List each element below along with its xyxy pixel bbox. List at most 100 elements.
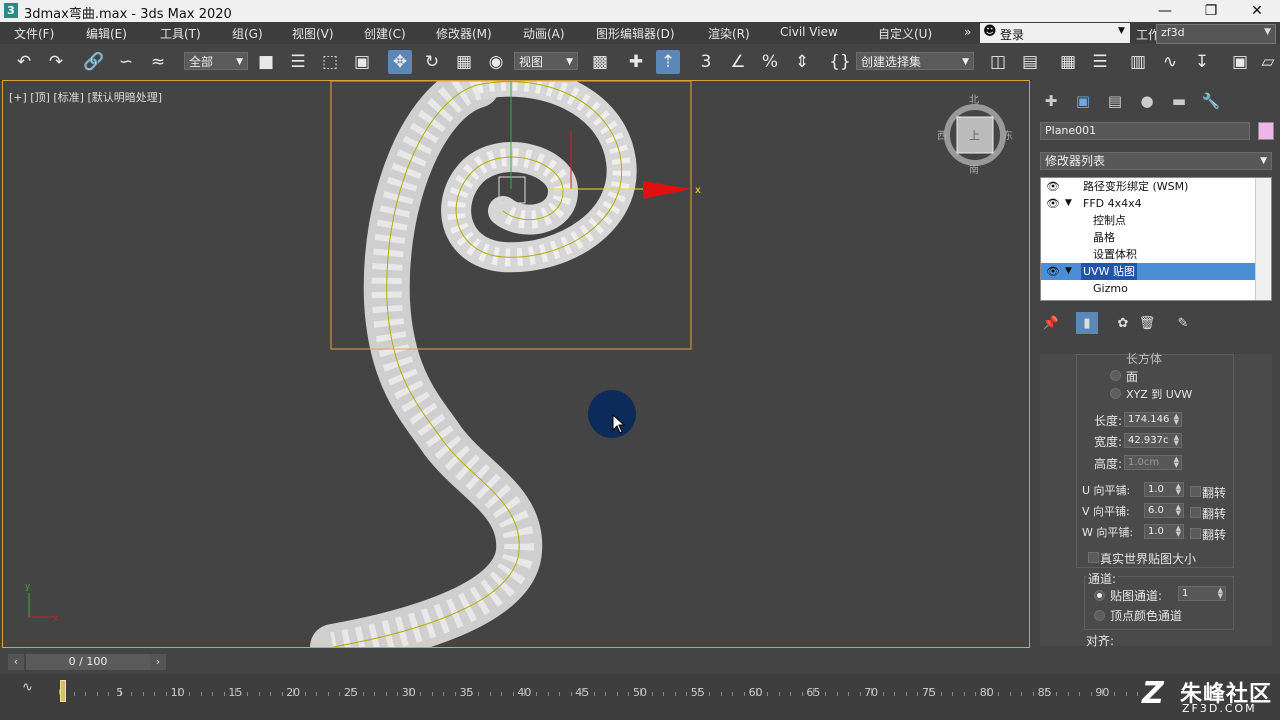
pivot-center-icon[interactable]: ▩: [588, 50, 612, 74]
utilities-tab-icon[interactable]: 🔧: [1198, 90, 1224, 112]
menu-modifiers[interactable]: 修改器(M): [436, 25, 492, 42]
top-viewport[interactable]: [+] [顶] [标准] [默认明暗处理] x y x 上 北 西 东 南: [2, 80, 1030, 648]
named-selection-dropdown[interactable]: 创建选择集 ▼: [856, 52, 974, 70]
menu-customize[interactable]: 自定义(U): [878, 25, 932, 42]
spinner-arrows-icon[interactable]: ▲ ▼: [1176, 525, 1181, 538]
map-channel-spinner[interactable]: 1 ▲ ▼: [1178, 586, 1226, 601]
spinner-arrows-icon[interactable]: ▲ ▼: [1176, 504, 1181, 517]
angle-snap-icon[interactable]: ∠: [726, 50, 750, 74]
pin-stack-icon[interactable]: 📌: [1040, 312, 1062, 334]
stack-item-path-deform[interactable]: 👁 路径变形绑定 (WSM): [1041, 178, 1257, 195]
menu-more[interactable]: »: [964, 25, 971, 39]
workspace-select[interactable]: zf3d ▼: [1156, 24, 1276, 44]
select-object-icon[interactable]: ■: [254, 50, 278, 74]
select-manipulate-icon[interactable]: ✚: [624, 50, 648, 74]
menu-create[interactable]: 创建(C): [364, 25, 406, 42]
menu-graph-editors[interactable]: 图形编辑器(D): [596, 25, 675, 42]
selection-filter-dropdown[interactable]: 全部 ▼: [184, 52, 248, 70]
current-frame-marker[interactable]: [60, 680, 66, 702]
stack-item-control-points[interactable]: 控制点: [1041, 212, 1257, 229]
eye-icon[interactable]: 👁: [1046, 195, 1060, 212]
show-end-result-icon[interactable]: ▮: [1076, 312, 1098, 334]
v-tile-spinner[interactable]: 6.0 ▲ ▼: [1144, 503, 1184, 518]
v-flip-checkbox[interactable]: [1190, 507, 1201, 518]
w-flip-checkbox[interactable]: [1190, 528, 1201, 539]
menu-file[interactable]: 文件(F): [14, 25, 54, 42]
reference-coord-dropdown[interactable]: 视图 ▼: [514, 52, 578, 70]
time-slider-thumb[interactable]: 0 / 100: [26, 654, 150, 670]
spinner-arrows-icon[interactable]: ▲ ▼: [1174, 434, 1179, 447]
schematic-view-icon[interactable]: ↧: [1190, 50, 1214, 74]
length-spinner[interactable]: 174.146 ▲ ▼: [1124, 412, 1182, 427]
stack-item-uvw-map[interactable]: 👁 ▼ UVW 贴图: [1041, 263, 1257, 280]
minimize-icon[interactable]: —: [1142, 0, 1188, 22]
modifier-stack[interactable]: 👁 路径变形绑定 (WSM) 👁 ▼ FFD 4x4x4 控制点 晶格 设置体积…: [1040, 177, 1272, 301]
w-tile-spinner[interactable]: 1.0 ▲ ▼: [1144, 524, 1184, 539]
stack-item-ffd[interactable]: 👁 ▼ FFD 4x4x4: [1041, 195, 1257, 212]
material-editor-icon[interactable]: ▣: [1228, 50, 1252, 74]
create-tab-icon[interactable]: ✚: [1038, 90, 1064, 112]
map-channel-radio[interactable]: [1094, 590, 1105, 601]
stack-item-lattice[interactable]: 晶格: [1041, 229, 1257, 246]
hierarchy-tab-icon[interactable]: ▤: [1102, 90, 1128, 112]
height-spinner[interactable]: 1.0cm ▲ ▼: [1124, 455, 1182, 470]
window-crossing-icon[interactable]: ▣: [350, 50, 374, 74]
u-tile-spinner[interactable]: 1.0 ▲ ▼: [1144, 482, 1184, 497]
mirror-icon[interactable]: ◫: [986, 50, 1010, 74]
menu-tools[interactable]: 工具(T): [160, 25, 201, 42]
keyboard-shortcut-icon[interactable]: ⇡: [656, 50, 680, 74]
box-mapping-option[interactable]: 长方体: [1126, 350, 1162, 367]
spinner-arrows-icon[interactable]: ▲ ▼: [1174, 456, 1179, 469]
eye-icon[interactable]: 👁: [1046, 178, 1060, 195]
stack-scrollbar[interactable]: [1255, 178, 1271, 300]
move-icon[interactable]: ✥: [388, 50, 412, 74]
select-by-name-icon[interactable]: ☰: [286, 50, 310, 74]
link-icon[interactable]: 🔗: [82, 50, 106, 74]
edit-named-selection-icon[interactable]: {}: [828, 50, 852, 74]
login-button[interactable]: ☻ 登录 ▼: [980, 23, 1130, 43]
close-icon[interactable]: ✕: [1234, 0, 1280, 22]
menu-animation[interactable]: 动画(A): [523, 25, 565, 42]
configure-sets-icon[interactable]: ✎: [1172, 312, 1194, 334]
chevron-right-icon[interactable]: ›: [150, 654, 166, 670]
mini-curve-editor-icon[interactable]: ∿: [22, 680, 33, 695]
object-color-swatch[interactable]: [1258, 122, 1274, 140]
eye-icon[interactable]: 👁: [1046, 263, 1060, 280]
spinner-snap-icon[interactable]: ⇕: [790, 50, 814, 74]
snaps-toggle-icon[interactable]: 3: [694, 50, 718, 74]
stack-item-gizmo[interactable]: Gizmo: [1041, 280, 1257, 297]
xyz-uvw-radio[interactable]: [1110, 388, 1121, 399]
scale-icon[interactable]: ▦: [452, 50, 476, 74]
modify-tab-icon[interactable]: ▣: [1070, 90, 1096, 112]
spinner-arrows-icon[interactable]: ▲ ▼: [1176, 483, 1181, 496]
percent-snap-icon[interactable]: %: [758, 50, 782, 74]
expand-icon[interactable]: ▼: [1065, 195, 1072, 212]
redo-icon[interactable]: ↷: [44, 50, 68, 74]
u-flip-checkbox[interactable]: [1190, 486, 1201, 497]
motion-tab-icon[interactable]: ●: [1134, 90, 1160, 112]
menu-edit[interactable]: 编辑(E): [86, 25, 127, 42]
spinner-arrows-icon[interactable]: ▲ ▼: [1218, 587, 1223, 600]
placement-icon[interactable]: ◉: [484, 50, 508, 74]
undo-icon[interactable]: ↶: [12, 50, 36, 74]
spinner-arrows-icon[interactable]: ▲ ▼: [1174, 413, 1179, 426]
ribbon-icon[interactable]: ▥: [1126, 50, 1150, 74]
menu-rendering[interactable]: 渲染(R): [708, 25, 750, 42]
unlink-icon[interactable]: ∽: [114, 50, 138, 74]
restore-icon[interactable]: ❐: [1188, 0, 1234, 22]
menu-view[interactable]: 视图(V): [292, 25, 334, 42]
face-radio[interactable]: [1110, 370, 1121, 381]
align-icon[interactable]: ▤: [1018, 50, 1042, 74]
width-spinner[interactable]: 42.937c ▲ ▼: [1124, 433, 1182, 448]
frame-ruler[interactable]: 051015202530354045505560657075808590: [59, 678, 1150, 718]
real-world-checkbox[interactable]: [1088, 552, 1099, 563]
menu-group[interactable]: 组(G): [232, 25, 263, 42]
stack-item-set-volume[interactable]: 设置体积: [1041, 246, 1257, 263]
remove-modifier-icon[interactable]: 🗑: [1136, 312, 1158, 334]
expand-icon[interactable]: ▼: [1065, 263, 1072, 280]
curve-editor-icon[interactable]: ∿: [1158, 50, 1182, 74]
chevron-left-icon[interactable]: ‹: [8, 654, 24, 670]
rect-selection-icon[interactable]: ⬚: [318, 50, 342, 74]
bind-space-warp-icon[interactable]: ≈: [146, 50, 170, 74]
menu-civil-view[interactable]: Civil View: [780, 25, 838, 39]
